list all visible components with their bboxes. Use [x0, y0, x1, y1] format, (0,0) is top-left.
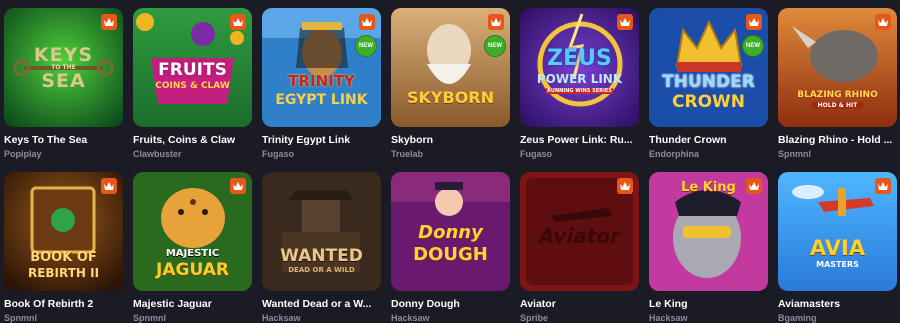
game-logo-line: MAJESTIC — [165, 248, 220, 259]
crown-icon — [875, 178, 891, 194]
crown-icon — [746, 178, 762, 194]
game-logo-line: HOLD & HIT — [812, 102, 863, 109]
game-card-trinity-egypt-link[interactable]: TRINITY EGYPT LINK NEW Trinity Egypt Lin… — [262, 8, 381, 159]
game-logo-line: WANTED — [280, 246, 363, 266]
game-card-aviamasters[interactable]: AVIA MASTERS Aviamasters Bgaming — [778, 172, 897, 323]
game-card-wanted-dead-or-a-wild[interactable]: WANTED DEAD OR A WILD Wanted Dead or a W… — [262, 172, 381, 323]
game-card-blazing-rhino[interactable]: BLAZING RHINO HOLD & HIT Blazing Rhino -… — [778, 8, 897, 159]
game-logo-line: TRINITY — [288, 72, 355, 90]
crown-icon — [230, 14, 246, 30]
game-card-le-king[interactable]: Le King Le King Hacksaw — [649, 172, 768, 323]
game-title[interactable]: Majestic Jaguar — [133, 298, 252, 310]
game-thumbnail[interactable]: BLAZING RHINO HOLD & HIT — [778, 8, 897, 127]
game-thumbnail[interactable]: ZEUS POWER LINK RUNNING WINS SERIES — [520, 8, 639, 127]
crown-icon — [617, 178, 633, 194]
game-logo-line: AVIA — [809, 236, 866, 260]
game-thumbnail[interactable]: MAJESTIC JAGUAR — [133, 172, 252, 291]
crown-icon — [617, 14, 633, 30]
game-thumbnail[interactable]: Aviator — [520, 172, 639, 291]
game-title[interactable]: Donny Dough — [391, 298, 510, 310]
game-thumbnail[interactable]: BOOK OF REBIRTH II — [4, 172, 123, 291]
game-card-donny-dough[interactable]: Donny DOUGH Donny Dough Hacksaw — [391, 172, 510, 323]
game-title[interactable]: Zeus Power Link: Ru... — [520, 134, 639, 146]
game-logo-line: DEAD OR A WILD — [288, 266, 355, 274]
game-card-thunder-crown[interactable]: THUNDER CROWN NEW Thunder Crown Endorphi… — [649, 8, 768, 159]
game-card-book-of-rebirth-2[interactable]: BOOK OF REBIRTH II Book Of Rebirth 2 Spn… — [4, 172, 123, 323]
game-title[interactable]: Fruits, Coins & Claw — [133, 134, 252, 146]
game-logo-line: POWER LINK — [536, 72, 623, 86]
game-thumbnail[interactable]: TRINITY EGYPT LINK NEW — [262, 8, 381, 127]
game-logo-line: DOUGH — [413, 244, 488, 265]
crown-icon — [230, 178, 246, 194]
game-provider: Fugaso — [262, 149, 295, 159]
game-card-skyborn[interactable]: SKYBORN NEW Skyborn Truelab — [391, 8, 510, 159]
game-logo-line: SKYBORN — [406, 88, 494, 107]
game-logo-line: KEYS — [33, 44, 94, 66]
game-logo-line: BOOK OF — [30, 250, 97, 265]
game-card-fruits-coins-claw[interactable]: FRUITS COINS & CLAW Fruits, Coins & Claw… — [133, 8, 252, 159]
crown-icon — [101, 14, 117, 30]
game-provider: Clawbuster — [133, 149, 182, 159]
new-badge: NEW — [355, 35, 377, 57]
game-logo-line: BLAZING RHINO — [797, 90, 878, 100]
game-logo-line: Aviator — [539, 224, 620, 248]
game-logo-line: MASTERS — [816, 260, 859, 269]
game-thumbnail[interactable]: Le King — [649, 172, 768, 291]
game-title[interactable]: Aviamasters — [778, 298, 897, 310]
game-card-zeus-power-link[interactable]: ZEUS POWER LINK RUNNING WINS SERIES Zeus… — [520, 8, 639, 159]
game-logo-line: REBIRTH II — [27, 266, 100, 280]
crown-icon — [359, 14, 375, 30]
game-provider: Endorphina — [649, 149, 699, 159]
game-logo-line: EGYPT LINK — [275, 92, 368, 108]
new-badge: NEW — [742, 35, 764, 57]
game-thumbnail[interactable]: FRUITS COINS & CLAW — [133, 8, 252, 127]
game-title[interactable]: Thunder Crown — [649, 134, 768, 146]
game-provider: Truelab — [391, 149, 424, 159]
game-logo-line: THUNDER — [662, 72, 755, 92]
game-logo-line: RUNNING WINS SERIES — [546, 88, 613, 94]
game-logo-line: SEA — [41, 70, 86, 92]
new-badge: NEW — [484, 35, 506, 57]
game-provider: Popiplay — [4, 149, 42, 159]
game-title[interactable]: Book Of Rebirth 2 — [4, 298, 123, 310]
game-card-majestic-jaguar[interactable]: MAJESTIC JAGUAR Majestic Jaguar Spnmnl — [133, 172, 252, 323]
game-title[interactable]: Le King — [649, 298, 768, 310]
game-thumbnail[interactable]: KEYS TO THE SEA — [4, 8, 123, 127]
crown-icon — [101, 178, 117, 194]
game-thumbnail[interactable]: WANTED DEAD OR A WILD — [262, 172, 381, 291]
game-title[interactable]: Trinity Egypt Link — [262, 134, 381, 146]
crown-icon — [746, 14, 762, 30]
game-logo-line: JAGUAR — [156, 260, 229, 280]
game-title[interactable]: Aviator — [520, 298, 639, 310]
crown-icon — [875, 14, 891, 30]
game-thumbnail[interactable]: THUNDER CROWN NEW — [649, 8, 768, 127]
game-title[interactable]: Keys To The Sea — [4, 134, 123, 146]
game-logo-line: ZEUS — [547, 46, 612, 71]
game-title[interactable]: Wanted Dead or a W... — [262, 298, 381, 310]
game-logo-line: Donny — [418, 222, 483, 243]
game-title[interactable]: Skyborn — [391, 134, 510, 146]
game-provider: Fugaso — [520, 149, 553, 159]
game-logo-line: FRUITS — [158, 60, 227, 80]
game-thumbnail[interactable]: Donny DOUGH — [391, 172, 510, 291]
crown-icon — [488, 14, 504, 30]
game-card-keys-to-the-sea[interactable]: KEYS TO THE SEA Keys To The Sea Popiplay — [4, 8, 123, 159]
game-title[interactable]: Blazing Rhino - Hold ... — [778, 134, 897, 146]
game-card-aviator[interactable]: Aviator Aviator Spribe — [520, 172, 639, 323]
game-provider: Spnmnl — [778, 149, 811, 159]
game-thumbnail[interactable]: SKYBORN NEW — [391, 8, 510, 127]
game-thumbnail[interactable]: AVIA MASTERS — [778, 172, 897, 291]
game-grid: KEYS TO THE SEA Keys To The Sea Popiplay… — [4, 8, 897, 323]
game-logo-line: COINS & CLAW — [155, 81, 230, 91]
game-logo-line: CROWN — [672, 92, 745, 112]
